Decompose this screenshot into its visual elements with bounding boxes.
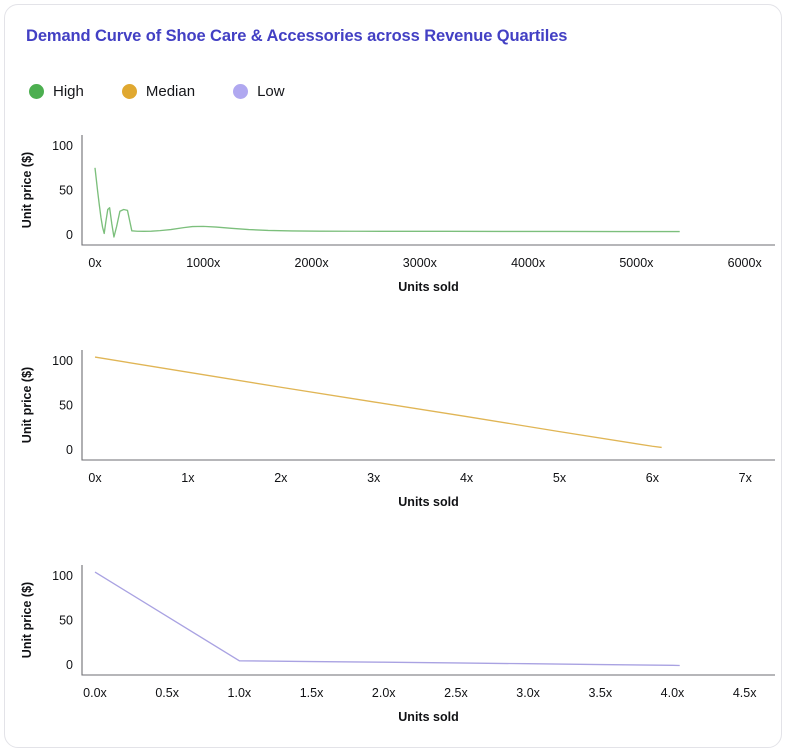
ytick-label: 50 — [59, 614, 73, 628]
subplot-high: 0 50 100 0x 1000x 2000x 3000x 4000x 5000x 6000x Un… — [5, 123, 781, 338]
xtick-label: 3.5x — [588, 686, 612, 700]
xtick-label: 0.0x — [83, 686, 107, 700]
ytick-label: 0 — [66, 228, 73, 242]
x-axis-label: Units sold — [398, 495, 458, 509]
ytick-label: 100 — [52, 354, 73, 368]
page-title: Demand Curve of Shoe Care & Accessories … — [26, 27, 568, 45]
series-line-low — [94, 571, 680, 667]
legend-swatch-low-icon — [233, 84, 249, 99]
subplot-low: 0 50 100 0.0x 0.5x 1.0x 1.5x 2.0x 2.5x 3.0x 3.5x 4.… — [5, 553, 781, 747]
xtick-label: 3.0x — [516, 686, 540, 700]
ytick-label: 0 — [66, 658, 73, 672]
y-axis-label: Unit price ($) — [20, 152, 34, 228]
xtick-label: 0x — [88, 256, 102, 270]
series-line-high — [94, 167, 680, 238]
subplot-median: 0 50 100 0x 1x 2x 3x 4x 5x 6x 7x Unit price ($) Unit… — [5, 338, 781, 553]
legend-label-median: Median — [145, 83, 196, 100]
chart-legend: High Median Low — [29, 83, 323, 100]
xtick-label: 1x — [181, 471, 195, 485]
y-axis-label: Unit price ($) — [20, 582, 34, 658]
ytick-label: 50 — [59, 184, 73, 198]
ytick-label: 100 — [52, 569, 73, 583]
legend-item-median[interactable]: Median — [121, 83, 196, 100]
xtick-label: 0x — [88, 471, 102, 485]
xtick-label: 1.5x — [300, 686, 324, 700]
legend-swatch-median-icon — [121, 84, 137, 99]
y-axis-label: Unit price ($) — [20, 367, 34, 443]
xtick-label: 3x — [367, 471, 381, 485]
xtick-label: 2x — [274, 471, 288, 485]
xtick-label: 6x — [646, 471, 660, 485]
legend-item-low[interactable]: Low — [233, 83, 285, 100]
xtick-label: 3000x — [403, 256, 438, 270]
xtick-label: 4.5x — [733, 686, 757, 700]
xtick-label: 1000x — [186, 256, 221, 270]
axis-spines — [81, 135, 775, 246]
xtick-label: 6000x — [728, 256, 763, 270]
series-line-median — [94, 356, 662, 449]
xtick-label: 7x — [739, 471, 753, 485]
plot-area-low: 0 50 100 0.0x 0.5x 1.0x 1.5x 2.0x 2.5x 3.0x 3.5x 4.… — [20, 565, 775, 724]
legend-item-high[interactable]: High — [29, 83, 84, 100]
axis-spines — [81, 565, 775, 676]
legend-swatch-high-icon — [29, 84, 44, 99]
legend-label-low: Low — [257, 83, 285, 100]
xtick-label: 2.5x — [444, 686, 468, 700]
xtick-label: 5000x — [619, 256, 654, 270]
xtick-label: 2.0x — [372, 686, 396, 700]
chart-card: Demand Curve of Shoe Care & Accessories … — [4, 4, 782, 748]
x-axis-label: Units sold — [398, 280, 458, 294]
plot-area-median: 0 50 100 0x 1x 2x 3x 4x 5x 6x 7x Unit price ($) Unit… — [20, 350, 775, 509]
xtick-label: 0.5x — [155, 686, 179, 700]
xtick-label: 4.0x — [661, 686, 685, 700]
x-axis-label: Units sold — [398, 710, 458, 724]
axis-spines — [81, 350, 775, 461]
xtick-label: 2000x — [295, 256, 330, 270]
xtick-label: 1.0x — [228, 686, 252, 700]
xtick-label: 4x — [460, 471, 474, 485]
legend-label-high: High — [53, 83, 84, 100]
ytick-label: 0 — [66, 443, 73, 457]
ytick-label: 50 — [59, 399, 73, 413]
xtick-label: 4000x — [511, 256, 546, 270]
xtick-label: 5x — [553, 471, 567, 485]
plot-area-high: 0501000x 1000x 2000x 3000x 4000x 5000x 6000xUn… — [20, 135, 775, 294]
ytick-label: 100 — [52, 139, 73, 153]
